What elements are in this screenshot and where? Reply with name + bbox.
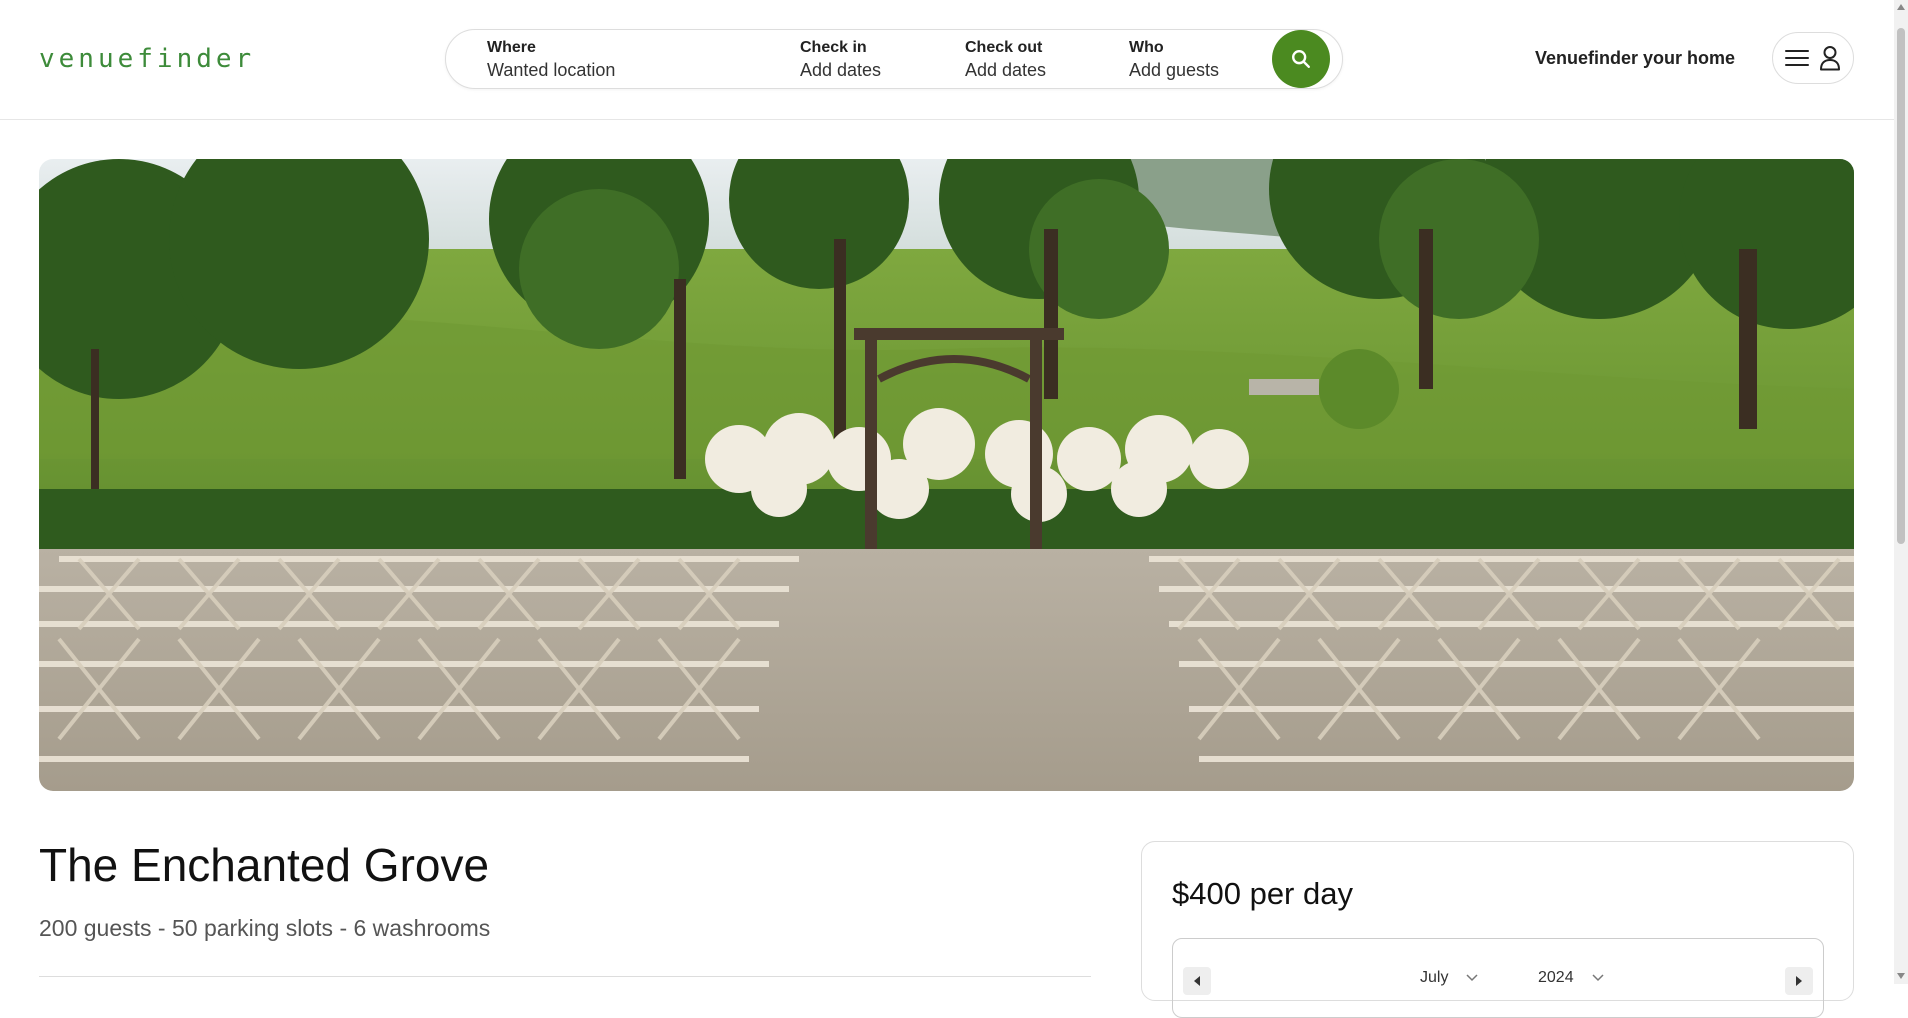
year-value: 2024: [1538, 969, 1574, 986]
check-out-value: Add dates: [965, 60, 1047, 80]
date-picker-calendar: July 2024: [1172, 938, 1824, 1018]
logo[interactable]: venuefinder: [39, 44, 255, 74]
user-icon: [1820, 46, 1840, 71]
year-select[interactable]: 2024: [1538, 969, 1604, 987]
check-in-label: Check in: [800, 39, 867, 56]
search-bar: Where Wanted location Check in Add dates…: [445, 29, 1343, 89]
hamburger-icon: [1785, 50, 1809, 66]
who-label: Who: [1129, 39, 1164, 56]
search-who[interactable]: Who Add guests: [1129, 38, 1219, 82]
chevron-down-icon: [1592, 974, 1604, 982]
venue-hero-image: [39, 159, 1854, 791]
section-divider: [39, 976, 1091, 977]
month-value: July: [1420, 969, 1449, 986]
search-icon: [1292, 50, 1310, 68]
top-navbar: venuefinder Where Wanted location Check …: [0, 0, 1894, 120]
check-out-label: Check out: [965, 39, 1043, 56]
chevron-left-icon: [1194, 976, 1200, 986]
venue-capacity-info: 200 guests - 50 parking slots - 6 washro…: [39, 915, 491, 941]
previous-month-button[interactable]: [1183, 967, 1211, 995]
check-in-value: Add dates: [800, 60, 882, 80]
search-button[interactable]: [1272, 30, 1330, 88]
chevron-down-icon: [1466, 974, 1478, 982]
scroll-up-icon[interactable]: [1897, 3, 1905, 11]
price-per-day: $400 per day: [1172, 876, 1353, 911]
search-where[interactable]: Where Wanted location: [487, 38, 615, 82]
where-label: Where: [487, 39, 536, 56]
venue-title: The Enchanted Grove: [39, 839, 490, 891]
scrollbar-thumb[interactable]: [1897, 28, 1905, 544]
page-scrollbar[interactable]: [1894, 0, 1908, 984]
where-value: Wanted location: [487, 60, 616, 80]
search-check-out[interactable]: Check out Add dates: [965, 38, 1046, 82]
venue-photo: [39, 159, 1854, 791]
scroll-down-icon[interactable]: [1897, 972, 1905, 980]
month-select[interactable]: July: [1420, 969, 1478, 987]
who-value: Add guests: [1129, 60, 1220, 80]
search-check-in[interactable]: Check in Add dates: [800, 38, 881, 82]
host-link[interactable]: Venuefinder your home: [1535, 48, 1735, 69]
next-month-button[interactable]: [1785, 967, 1813, 995]
booking-card: $400 per day July 2024: [1141, 841, 1854, 1018]
user-menu-button[interactable]: [1772, 32, 1854, 84]
chevron-right-icon: [1796, 976, 1802, 986]
